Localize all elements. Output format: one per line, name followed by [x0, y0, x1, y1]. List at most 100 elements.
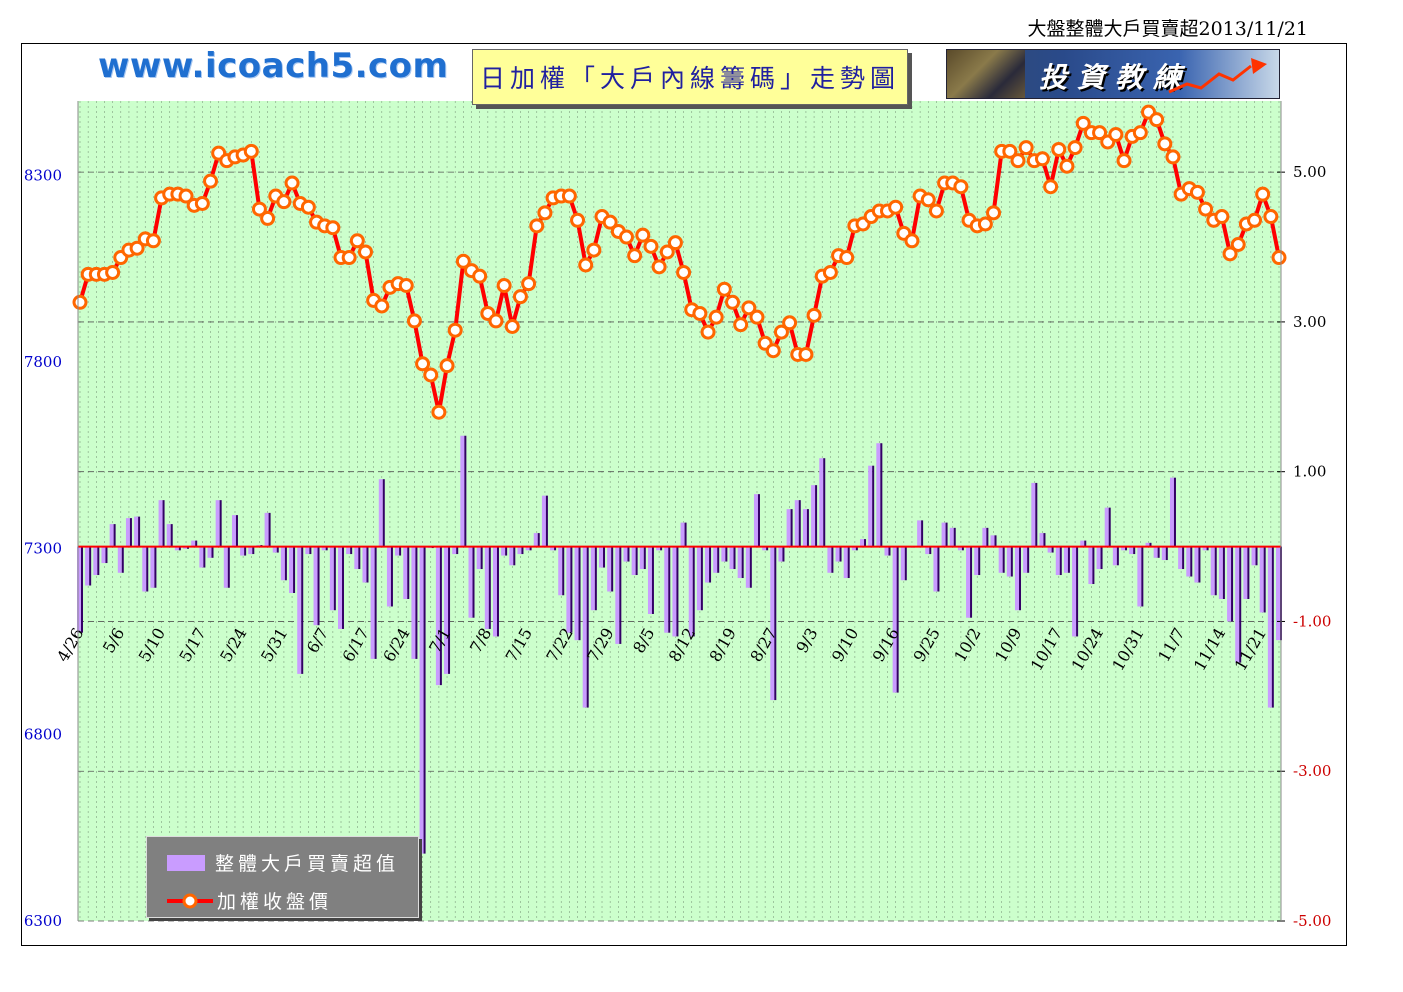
bar	[696, 546, 701, 611]
bar-shadow	[268, 512, 271, 547]
price-point	[1149, 112, 1165, 128]
price-point	[1051, 141, 1067, 157]
bar-shadow	[333, 546, 336, 611]
price-point	[822, 264, 838, 280]
bar-shadow	[562, 546, 565, 596]
bar	[444, 546, 449, 674]
bar-shadow	[594, 546, 597, 611]
bar	[509, 546, 514, 566]
bar-shadow	[651, 546, 654, 614]
bar-shadow	[953, 527, 956, 547]
price-point	[635, 227, 651, 243]
bar	[492, 546, 497, 637]
bar-shadow	[358, 546, 361, 570]
bar-shadow	[937, 546, 940, 592]
price-point	[570, 212, 586, 228]
bar	[1178, 546, 1183, 570]
bar	[729, 546, 734, 570]
bar-shadow	[945, 522, 948, 547]
bar-shadow	[129, 518, 132, 547]
price-point	[692, 305, 708, 321]
bar	[313, 546, 318, 626]
bar-shadow	[978, 546, 981, 576]
bar	[1096, 546, 1101, 570]
price-point	[512, 289, 528, 305]
bar-shadow	[611, 546, 614, 592]
bar-shadow	[994, 535, 997, 547]
bar	[484, 546, 489, 629]
bar-shadow	[121, 546, 124, 573]
bar	[346, 546, 351, 555]
price-point	[145, 233, 161, 249]
bar-shadow	[806, 509, 809, 547]
bar	[974, 546, 979, 576]
bar-shadow	[301, 546, 304, 674]
bar	[134, 516, 139, 547]
bar	[647, 546, 652, 614]
bar	[811, 485, 816, 547]
bar	[941, 522, 946, 547]
price-point	[1263, 209, 1279, 225]
price-point	[284, 175, 300, 191]
bar-shadow	[929, 546, 932, 555]
bar-shadow	[496, 546, 499, 637]
left-tick-label: 7800	[24, 353, 62, 371]
bar	[615, 546, 620, 644]
bar-shadow	[89, 546, 92, 586]
bar-shadow	[627, 546, 630, 562]
bar-shadow	[456, 546, 459, 555]
bar	[860, 539, 865, 547]
website-logo[interactable]: www.icoach5.com	[98, 46, 448, 86]
bar-shadow	[513, 546, 516, 566]
bar-shadow	[904, 546, 907, 581]
right-tick-label: -5.00	[1293, 912, 1331, 930]
right-tick-label: -1.00	[1293, 612, 1331, 630]
bar	[386, 546, 391, 607]
bar-shadow	[1035, 482, 1038, 547]
bar-shadow	[317, 546, 320, 626]
price-point	[676, 264, 692, 280]
bar-shadow	[684, 522, 687, 547]
bar-shadow	[896, 546, 899, 693]
bar-shadow	[170, 524, 173, 547]
bar-shadow	[831, 546, 834, 573]
bar-shadow	[717, 546, 720, 573]
price-point	[578, 257, 594, 273]
bar	[900, 546, 905, 581]
bar	[419, 546, 424, 854]
bar	[843, 546, 848, 579]
price-point	[415, 356, 431, 372]
bar	[501, 546, 506, 556]
bar	[1023, 546, 1028, 573]
bar-shadow	[1092, 546, 1095, 585]
bar-shadow	[847, 546, 850, 579]
bar	[688, 546, 693, 637]
bar-shadow	[448, 546, 451, 674]
bar	[607, 546, 612, 592]
price-point	[260, 210, 276, 226]
price-point	[447, 322, 463, 338]
bar-shadow	[203, 546, 206, 568]
price-point	[643, 238, 659, 254]
bar-shadow	[138, 516, 141, 547]
bar-shadow	[505, 546, 508, 556]
bar-shadow	[888, 546, 891, 556]
bar-shadow	[1067, 546, 1070, 573]
bar	[786, 509, 791, 547]
price-point	[496, 278, 512, 293]
bar	[990, 535, 995, 547]
bar	[117, 546, 122, 573]
legend-bar-label: 整體大戶買賣超值	[215, 853, 400, 875]
bar-shadow	[472, 546, 475, 618]
bar-shadow	[390, 546, 393, 607]
price-point	[504, 319, 520, 334]
bar	[1259, 546, 1264, 613]
bar	[819, 458, 824, 547]
price-point	[1214, 209, 1230, 225]
bar	[925, 546, 930, 555]
bar	[590, 546, 595, 611]
bar	[1218, 546, 1223, 599]
price-point	[1165, 149, 1181, 165]
bar-shadow	[374, 546, 377, 659]
price-point	[782, 315, 798, 331]
